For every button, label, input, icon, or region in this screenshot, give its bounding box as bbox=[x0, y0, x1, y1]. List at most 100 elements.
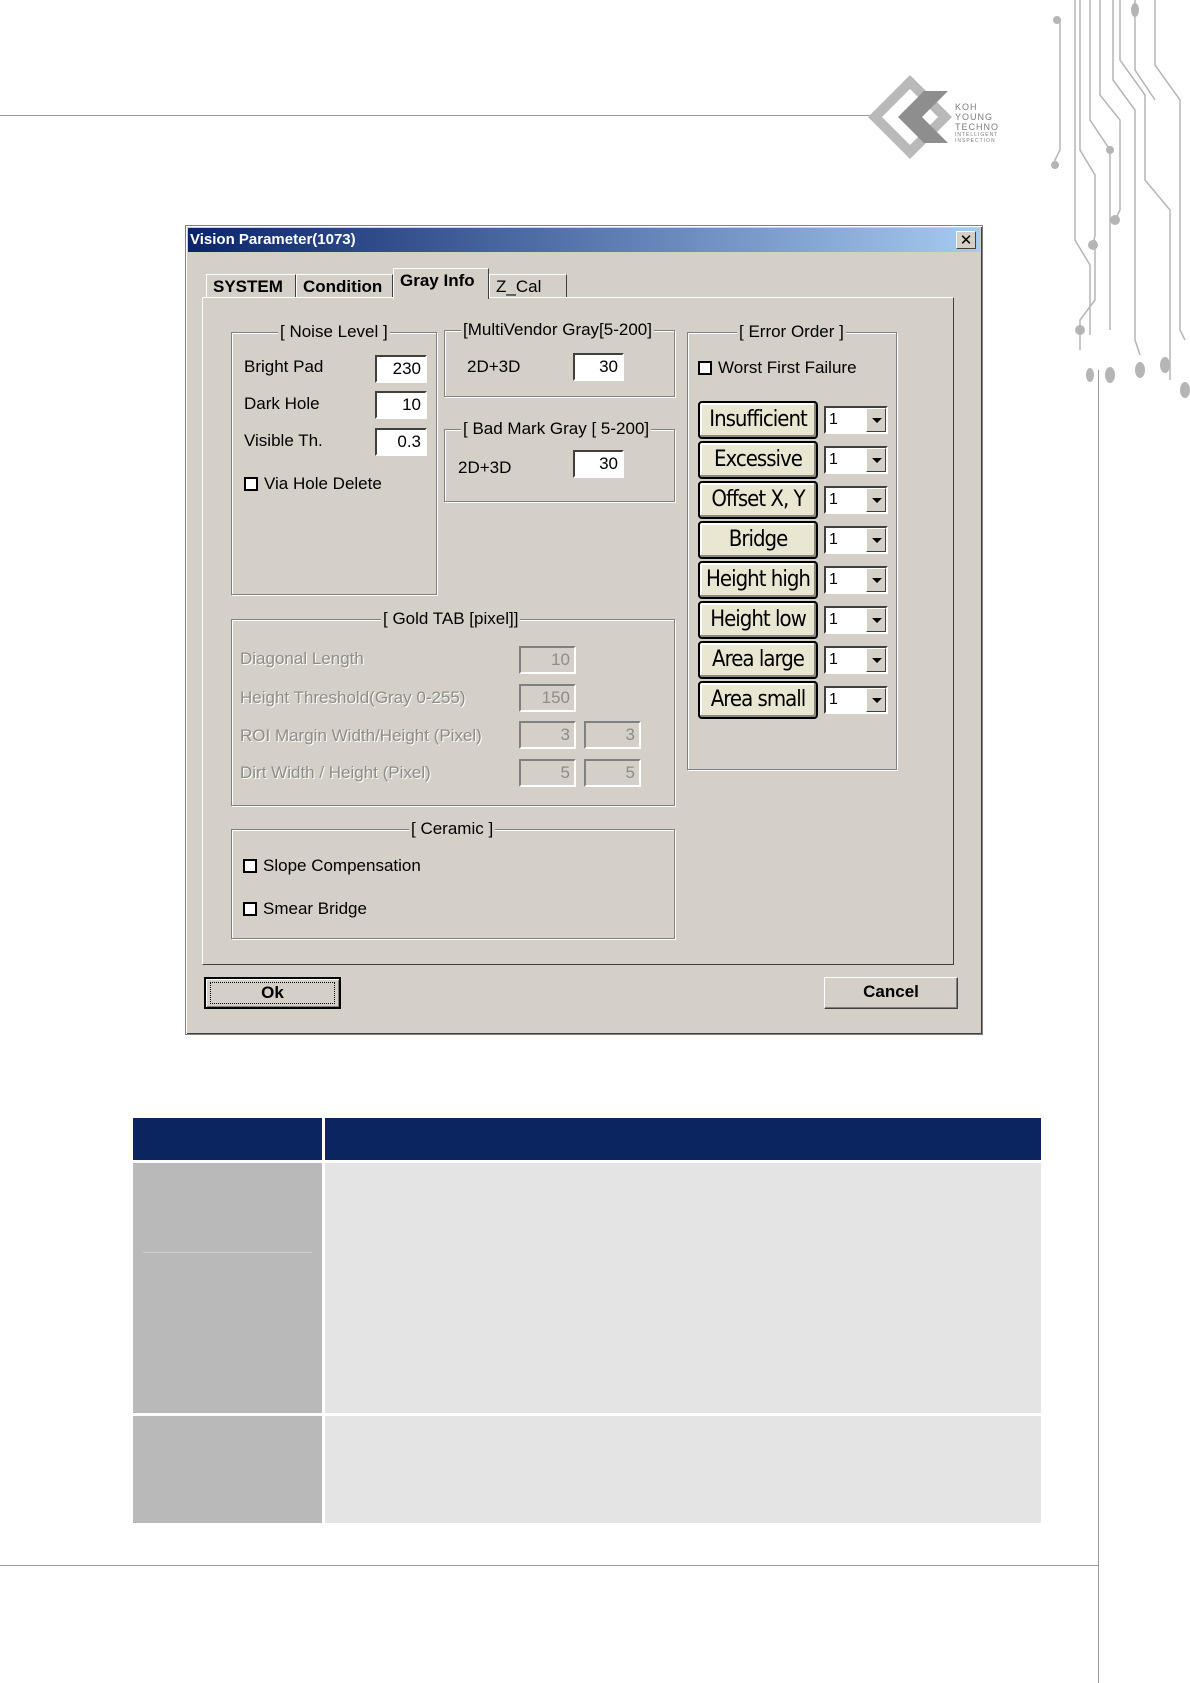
error-order-insufficient-button[interactable]: Insufficient bbox=[698, 401, 818, 439]
worst-first-failure-checkbox[interactable]: Worst First Failure bbox=[698, 358, 857, 378]
chevron-down-icon[interactable] bbox=[866, 488, 886, 512]
cancel-button[interactable]: Cancel bbox=[824, 977, 958, 1009]
worst-first-failure-label: Worst First Failure bbox=[718, 358, 857, 377]
select-value: 1 bbox=[829, 491, 838, 508]
table-header bbox=[133, 1118, 1041, 1160]
tab-gray-info[interactable]: Gray Info bbox=[393, 268, 489, 299]
roi-margin-label: ROI Margin Width/Height (Pixel) bbox=[240, 726, 482, 745]
error-order-area-small-select[interactable]: 1 bbox=[824, 686, 888, 714]
circuit-decoration bbox=[1051, 0, 1190, 398]
dirt-height-input[interactable]: 5 bbox=[584, 759, 641, 787]
checkbox-box[interactable] bbox=[698, 361, 712, 375]
smear-bridge-checkbox[interactable]: Smear Bridge bbox=[243, 899, 367, 919]
diagonal-length-label: Diagonal Length bbox=[240, 649, 364, 668]
tab-condition[interactable]: Condition bbox=[296, 274, 393, 298]
slope-compensation-checkbox[interactable]: Slope Compensation bbox=[243, 856, 421, 876]
cancel-label: Cancel bbox=[863, 982, 919, 1001]
chevron-down-icon[interactable] bbox=[866, 608, 886, 632]
footer-rule bbox=[0, 1565, 1098, 1566]
multivendor-title: [MultiVendor Gray[5-200] bbox=[461, 320, 654, 340]
bad-mark-label: 2D+3D bbox=[458, 458, 512, 477]
chevron-down-icon[interactable] bbox=[866, 408, 886, 432]
tab-system[interactable]: SYSTEM bbox=[206, 274, 296, 298]
via-hole-delete-label: Via Hole Delete bbox=[264, 474, 382, 493]
error-order-bridge-button[interactable]: Bridge bbox=[698, 521, 818, 559]
bright-pad-input[interactable]: 230 bbox=[375, 355, 427, 383]
visible-th-label: Visible Th. bbox=[244, 431, 323, 450]
error-order-height-high-button[interactable]: Height high bbox=[698, 561, 818, 599]
error-order-group: [ Error Order ] Worst First Failure Insu… bbox=[687, 322, 897, 770]
bad-mark-title: [ Bad Mark Gray [ 5-200] bbox=[461, 419, 652, 439]
bad-mark-input[interactable]: 30 bbox=[573, 450, 624, 478]
error-order-title: [ Error Order ] bbox=[737, 322, 846, 342]
focus-ring bbox=[210, 982, 335, 1004]
ok-button[interactable]: Ok bbox=[204, 977, 341, 1009]
error-order-offset-button[interactable]: Offset X, Y bbox=[698, 481, 818, 519]
gold-tab-title: [ Gold TAB [pixel]] bbox=[381, 609, 521, 629]
chevron-down-icon[interactable] bbox=[866, 648, 886, 672]
via-hole-delete-checkbox[interactable]: Via Hole Delete bbox=[244, 474, 382, 494]
chevron-down-icon[interactable] bbox=[866, 528, 886, 552]
select-value: 1 bbox=[829, 651, 838, 668]
slope-compensation-label: Slope Compensation bbox=[263, 856, 421, 875]
error-order-area-large-button[interactable]: Area large bbox=[698, 641, 818, 679]
error-order-insufficient-select[interactable]: 1 bbox=[824, 406, 888, 434]
checkbox-box[interactable] bbox=[244, 477, 258, 491]
multivendor-gray-group: [MultiVendor Gray[5-200] 2D+3D 30 bbox=[444, 320, 675, 397]
select-value: 1 bbox=[829, 411, 838, 428]
bright-pad-label: Bright Pad bbox=[244, 357, 324, 376]
smear-bridge-label: Smear Bridge bbox=[263, 899, 367, 918]
dark-hole-label: Dark Hole bbox=[244, 394, 320, 413]
error-order-area-large-select[interactable]: 1 bbox=[824, 646, 888, 674]
height-threshold-label: Height Threshold(Gray 0-255) bbox=[240, 688, 466, 707]
select-value: 1 bbox=[829, 611, 838, 628]
table-row-1-label-cell bbox=[133, 1163, 322, 1413]
table-row-1-content-cell bbox=[325, 1163, 1041, 1413]
right-margin-rule bbox=[1098, 370, 1099, 1683]
close-button[interactable]: ✕ bbox=[956, 231, 976, 249]
gray-info-panel: [ Noise Level ] Bright Pad 230 Dark Hole… bbox=[202, 297, 954, 965]
error-order-offset-select[interactable]: 1 bbox=[824, 486, 888, 514]
table-row-2-content-cell bbox=[325, 1416, 1041, 1523]
dark-hole-input[interactable]: 10 bbox=[375, 391, 427, 419]
error-order-area-small-button[interactable]: Area small bbox=[698, 681, 818, 719]
tab-z-cal[interactable]: Z_Cal bbox=[489, 274, 567, 298]
error-order-height-high-select[interactable]: 1 bbox=[824, 566, 888, 594]
roi-width-input[interactable]: 3 bbox=[519, 721, 576, 749]
select-value: 1 bbox=[829, 571, 838, 588]
checkbox-box[interactable] bbox=[243, 902, 257, 916]
chevron-down-icon[interactable] bbox=[866, 448, 886, 472]
header-separator bbox=[322, 1118, 325, 1160]
gold-tab-group: [ Gold TAB [pixel]] Diagonal Length 10 H… bbox=[231, 609, 675, 806]
checkbox-box[interactable] bbox=[243, 859, 257, 873]
cell-divider bbox=[143, 1252, 312, 1253]
multivendor-input[interactable]: 30 bbox=[573, 353, 624, 381]
noise-level-group: [ Noise Level ] Bright Pad 230 Dark Hole… bbox=[231, 322, 437, 595]
select-value: 1 bbox=[829, 531, 838, 548]
error-order-height-low-select[interactable]: 1 bbox=[824, 606, 888, 634]
ceramic-title: [ Ceramic ] bbox=[409, 819, 496, 839]
dialog-title: Vision Parameter(1073) bbox=[190, 231, 356, 248]
select-value: 1 bbox=[829, 451, 838, 468]
error-order-bridge-select[interactable]: 1 bbox=[824, 526, 888, 554]
vision-parameter-dialog: Vision Parameter(1073) ✕ SYSTEM Conditio… bbox=[185, 225, 983, 1035]
error-order-height-low-button[interactable]: Height low bbox=[698, 601, 818, 639]
height-threshold-input[interactable]: 150 bbox=[519, 684, 576, 712]
close-icon: ✕ bbox=[959, 232, 973, 249]
visible-th-input[interactable]: 0.3 bbox=[375, 428, 427, 456]
error-order-excessive-select[interactable]: 1 bbox=[824, 446, 888, 474]
dirt-width-input[interactable]: 5 bbox=[519, 759, 576, 787]
header-rule bbox=[0, 115, 870, 116]
chevron-down-icon[interactable] bbox=[866, 688, 886, 712]
multivendor-label: 2D+3D bbox=[467, 357, 521, 376]
dialog-titlebar[interactable]: Vision Parameter(1073) ✕ bbox=[188, 228, 980, 252]
select-value: 1 bbox=[829, 691, 838, 708]
table-row-2-label-cell bbox=[133, 1416, 322, 1523]
chevron-down-icon[interactable] bbox=[866, 568, 886, 592]
error-order-excessive-button[interactable]: Excessive bbox=[698, 441, 818, 479]
logo-wordmark: KOH YOUNG TECHNO INTELLIGENT INSPECTION bbox=[955, 102, 999, 144]
roi-height-input[interactable]: 3 bbox=[584, 721, 641, 749]
bad-mark-gray-group: [ Bad Mark Gray [ 5-200] 2D+3D 30 bbox=[444, 419, 675, 502]
dirt-size-label: Dirt Width / Height (Pixel) bbox=[240, 763, 431, 782]
diagonal-length-input[interactable]: 10 bbox=[519, 646, 576, 674]
